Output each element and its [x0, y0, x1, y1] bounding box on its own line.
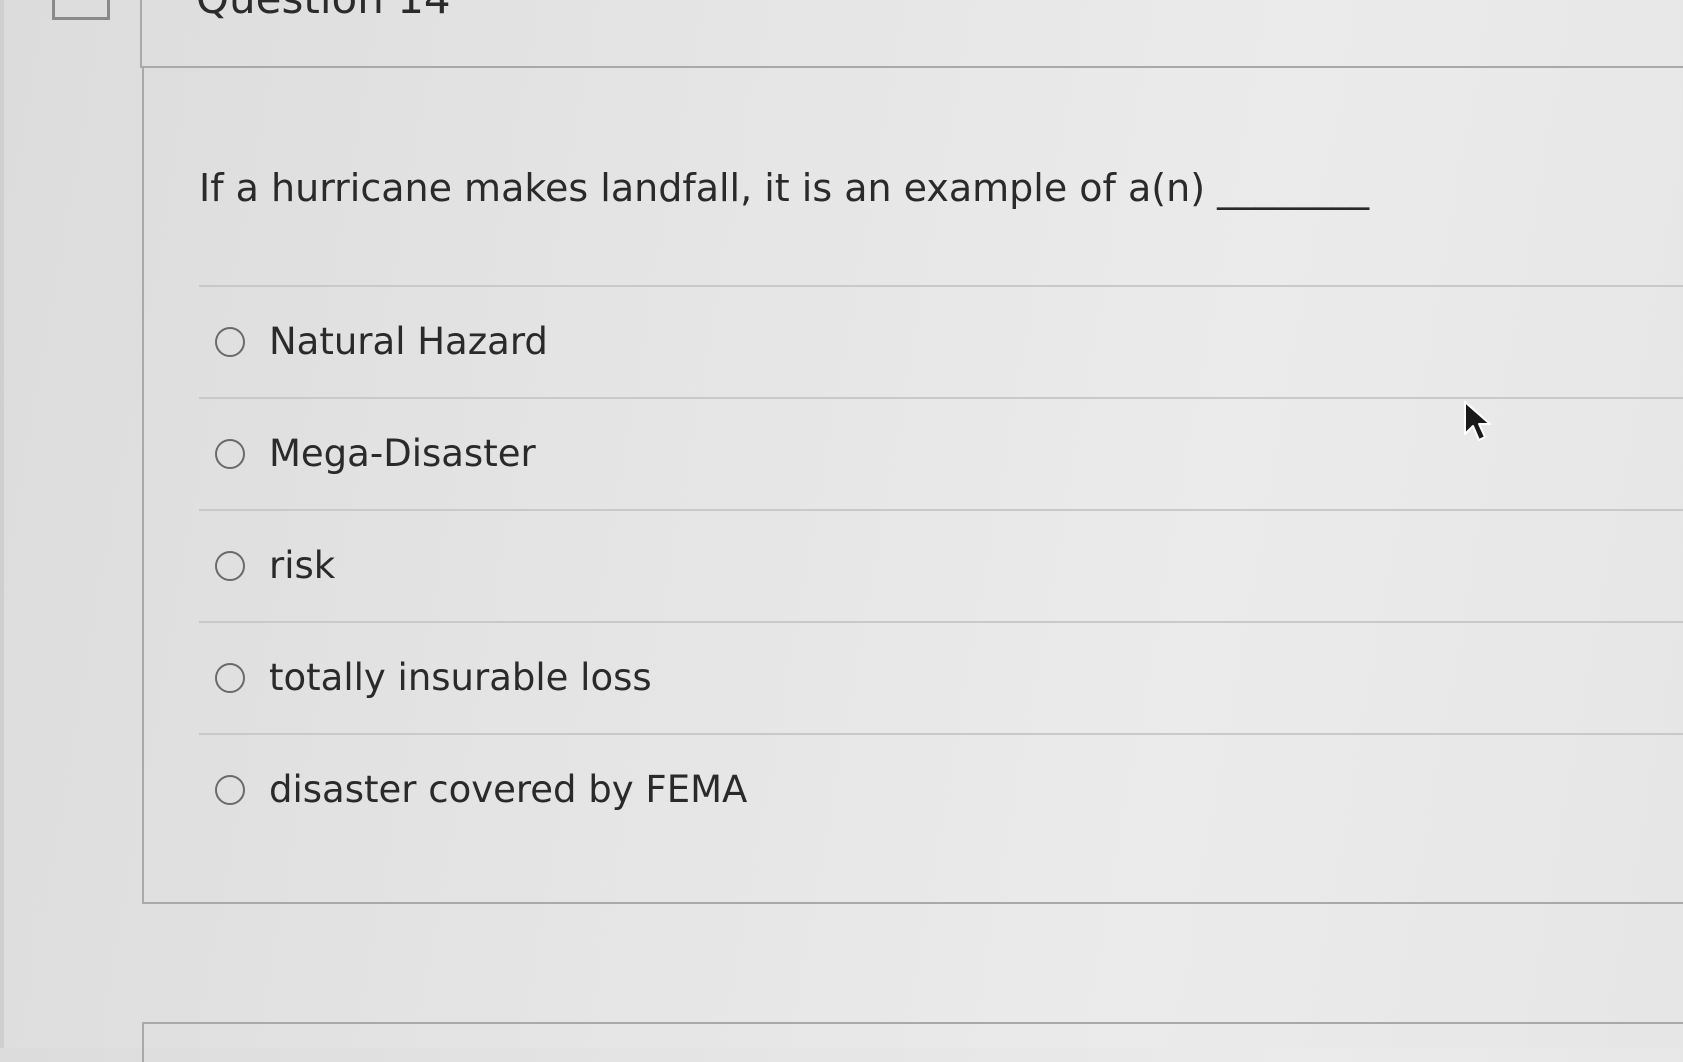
- question-title: Question 14: [196, 0, 451, 24]
- answer-option-mega-disaster[interactable]: Mega-Disaster: [199, 397, 1683, 509]
- radio-button-icon[interactable]: [215, 663, 245, 693]
- page-edge: [0, 0, 4, 1048]
- answer-option-natural-hazard[interactable]: Natural Hazard: [199, 285, 1683, 397]
- answer-option-disaster-covered-by-fema[interactable]: disaster covered by FEMA: [199, 733, 1683, 845]
- question-header: Question 14: [140, 0, 1683, 68]
- answer-option-totally-insurable-loss[interactable]: totally insurable loss: [199, 621, 1683, 733]
- radio-button-icon[interactable]: [215, 327, 245, 357]
- mouse-pointer-icon: [1464, 401, 1491, 441]
- flag-question-icon[interactable]: [52, 0, 110, 20]
- answer-label: Natural Hazard: [269, 320, 548, 363]
- radio-button-icon[interactable]: [215, 551, 245, 581]
- answer-label: Mega-Disaster: [269, 432, 536, 475]
- answer-label: totally insurable loss: [269, 656, 652, 699]
- answer-options: Natural Hazard Mega-Disaster risk totall…: [199, 285, 1683, 845]
- answer-option-risk[interactable]: risk: [199, 509, 1683, 621]
- radio-button-icon[interactable]: [215, 775, 245, 805]
- question-prompt: If a hurricane makes landfall, it is an …: [199, 166, 1370, 210]
- question-body: If a hurricane makes landfall, it is an …: [142, 66, 1683, 904]
- radio-button-icon[interactable]: [215, 439, 245, 469]
- answer-label: risk: [269, 544, 336, 587]
- next-question-box: [142, 1022, 1683, 1062]
- answer-label: disaster covered by FEMA: [269, 768, 748, 811]
